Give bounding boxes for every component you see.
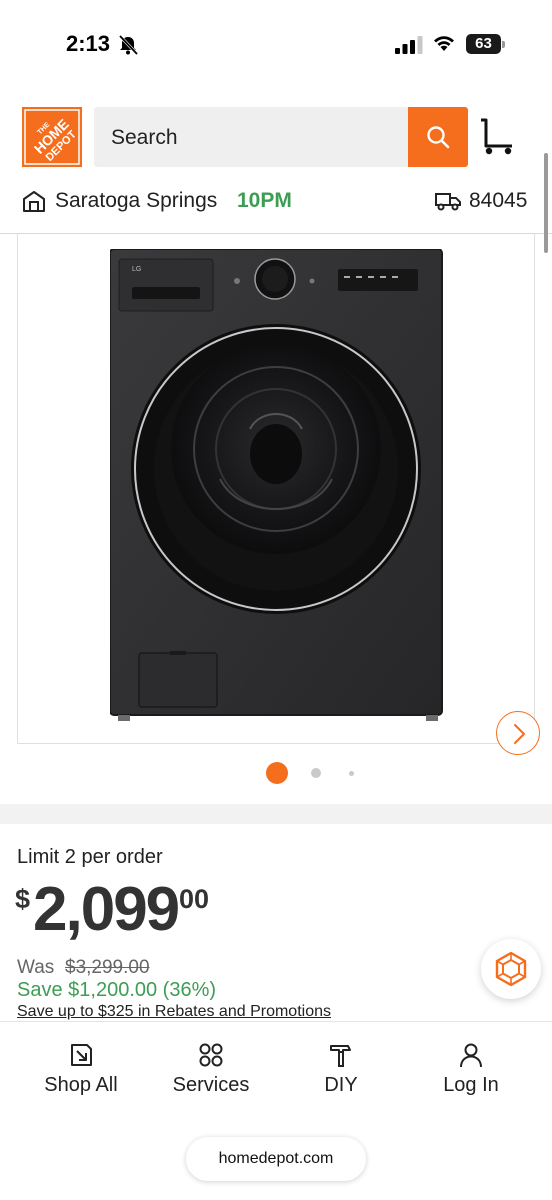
nav-services[interactable]: Services [146,1042,276,1102]
scrollbar[interactable] [544,153,548,253]
savings-text: Save $1,200.00 (36%) [17,979,217,1001]
delivery-truck-icon [435,193,461,211]
washer-brand-text: LG [132,266,141,273]
store-hours: 10PM [237,189,292,212]
person-icon [460,1043,482,1068]
search-input[interactable]: Search [94,107,468,167]
browser-url-bar[interactable]: homedepot.com [186,1137,366,1181]
nav-label: Shop All [44,1074,118,1096]
carousel-dot-active[interactable] [266,762,288,784]
was-price: $3,299.00 [65,957,150,978]
rebates-link[interactable]: Save up to $325 in Rebates and Promotion… [17,1003,331,1021]
status-bar: 2:13 63 [0,0,552,90]
product-image-carousel[interactable]: LG [17,234,540,755]
price-cents: 00 [179,884,210,914]
nav-diy[interactable]: DIY [276,1042,406,1102]
next-image-button[interactable] [496,711,540,755]
battery-level: 63 [475,35,492,52]
store-name[interactable]: Saratoga Springs [55,189,217,213]
search-placeholder: Search [111,126,178,149]
chevron-right-icon [514,724,525,744]
nav-label: DIY [324,1074,358,1096]
order-limit: Limit 2 per order [17,846,163,868]
was-label: Was [17,957,55,978]
wifi-icon [434,36,454,51]
cart-icon[interactable] [478,118,516,156]
delivery-zip[interactable]: 84045 [469,189,527,213]
services-icon [199,1043,223,1067]
search-icon [427,126,450,149]
carousel-dot[interactable] [349,771,354,776]
catalog-icon [71,1044,92,1066]
cellular-signal-icon [395,36,423,54]
price-currency: $ [15,884,31,914]
nav-log-in[interactable]: Log In [406,1042,536,1102]
home-depot-logo[interactable]: THE HOME DEPOT [22,107,82,167]
product-image-washer: LG [110,249,443,721]
carousel-indicators [0,762,552,786]
section-divider [0,804,552,824]
carousel-dot[interactable] [311,768,321,778]
battery-icon: 63 [466,34,506,54]
status-time: 2:13 [66,31,111,56]
search-button[interactable] [408,107,468,167]
nav-label: Services [172,1074,250,1096]
price-dollars: 2,099 [33,875,180,944]
nav-shop-all[interactable]: Shop All [16,1042,146,1102]
bell-muted-icon [118,34,139,56]
hexagon-assistant-icon [495,951,527,987]
store-icon [23,191,45,212]
url-text: homedepot.com [218,1150,334,1167]
chat-assistant-button[interactable] [481,939,541,999]
nav-label: Log In [443,1074,499,1096]
hammer-icon [330,1045,351,1067]
